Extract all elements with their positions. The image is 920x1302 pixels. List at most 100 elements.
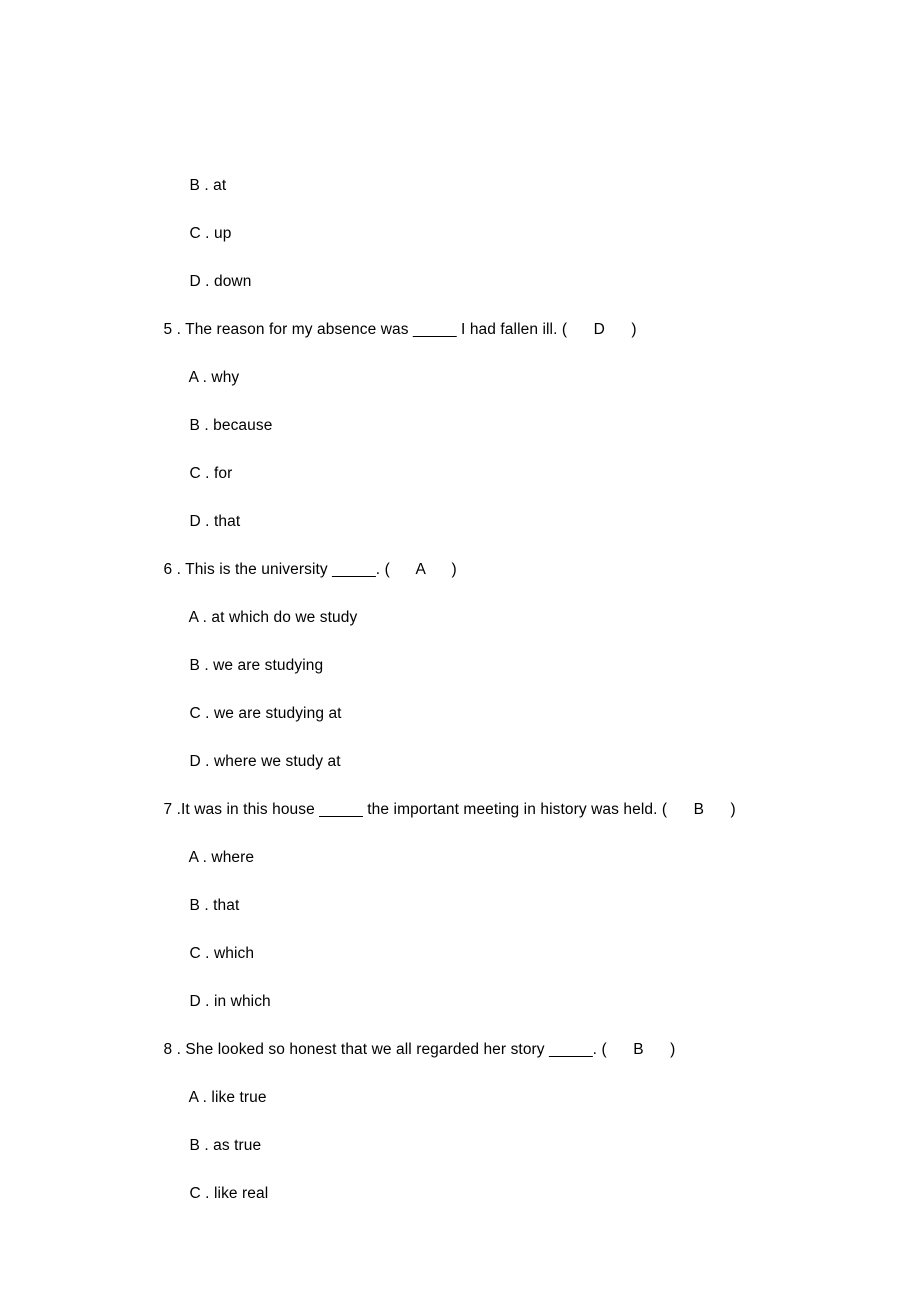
list-item: D . in which xyxy=(163,930,830,1010)
option-text: in which xyxy=(213,993,271,1010)
option-separator: . xyxy=(200,945,214,962)
question-text-before-blank: This is the university xyxy=(185,561,333,578)
option-separator: . xyxy=(200,465,214,482)
page-content: B . at C . up D . down 5 . The reason fo… xyxy=(0,114,920,1202)
answer-paren-close: ) xyxy=(631,321,637,338)
option-separator: . xyxy=(198,369,212,386)
option-separator: . xyxy=(200,1185,214,1202)
option-label: C xyxy=(189,705,201,722)
option-text: at xyxy=(213,177,227,194)
option-label: A xyxy=(188,849,199,866)
option-label: B xyxy=(189,177,200,194)
option-text: where xyxy=(211,849,255,866)
answer-key: D xyxy=(593,321,605,338)
option-label: C xyxy=(189,225,201,242)
option-label: A xyxy=(188,1089,199,1106)
option-text: why xyxy=(211,369,240,386)
option-text: like true xyxy=(211,1089,267,1106)
option-separator: . xyxy=(199,657,214,674)
list-item: B . at xyxy=(163,114,830,194)
question-number-separator: . xyxy=(172,1041,186,1058)
option-label: C xyxy=(189,945,201,962)
question-text-after-blank: . xyxy=(592,1041,602,1058)
list-item: C . up xyxy=(163,162,830,242)
option-label: D xyxy=(189,513,201,530)
option-text: at which do we study xyxy=(211,609,358,626)
option-label: C xyxy=(189,465,201,482)
document-page: B . at C . up D . down 5 . The reason fo… xyxy=(0,0,920,1302)
answer-gap-before xyxy=(567,321,593,338)
answer-gap-before xyxy=(390,561,416,578)
option-label: C xyxy=(189,1185,201,1202)
option-text: for xyxy=(213,465,233,482)
question-number: 8 xyxy=(163,1041,173,1058)
option-separator: . xyxy=(198,1089,212,1106)
answer-gap-after xyxy=(644,1041,670,1058)
option-text: we are studying at xyxy=(213,705,342,722)
question-number: 6 xyxy=(163,561,173,578)
answer-blank: _____ xyxy=(549,1041,593,1058)
option-label: A xyxy=(188,609,199,626)
list-item: B . because xyxy=(163,354,830,434)
option-separator: . xyxy=(200,225,214,242)
option-separator: . xyxy=(200,753,214,770)
list-item: B . that xyxy=(163,834,830,914)
option-text: which xyxy=(213,945,255,962)
option-label: D xyxy=(189,273,201,290)
option-separator: . xyxy=(198,609,212,626)
option-text: that xyxy=(213,897,240,914)
answer-gap-after xyxy=(605,321,631,338)
option-separator: . xyxy=(200,705,214,722)
option-separator: . xyxy=(200,993,214,1010)
option-text: we are studying xyxy=(213,657,324,674)
answer-gap-after xyxy=(704,801,730,818)
list-item: D . that xyxy=(163,450,830,530)
question-text-after-blank: . xyxy=(375,561,385,578)
question-text-before-blank: She looked so honest that we all regarde… xyxy=(185,1041,550,1058)
option-separator: . xyxy=(199,897,214,914)
list-item: C . which xyxy=(163,882,830,962)
question-number: 7 xyxy=(163,801,173,818)
option-label: B xyxy=(189,657,200,674)
answer-gap-after xyxy=(425,561,451,578)
option-label: D xyxy=(189,993,201,1010)
option-separator: . xyxy=(200,513,214,530)
option-label: B xyxy=(189,897,200,914)
option-label: B xyxy=(189,1137,200,1154)
option-text: as true xyxy=(213,1137,262,1154)
option-label: A xyxy=(188,369,199,386)
option-label: B xyxy=(189,417,200,434)
answer-paren-close: ) xyxy=(451,561,457,578)
list-item: D . down xyxy=(163,210,830,290)
answer-blank: _____ xyxy=(413,321,457,338)
option-text: up xyxy=(213,225,232,242)
question-text-before-blank: It was in this house xyxy=(181,801,320,818)
question-text-after-blank: the important meeting in history was hel… xyxy=(362,801,662,818)
option-text: because xyxy=(213,417,273,434)
option-separator: . xyxy=(199,177,214,194)
option-separator: . xyxy=(200,273,214,290)
question-stem: 6 . This is the university _____. ( A ) xyxy=(137,498,830,578)
answer-blank: _____ xyxy=(319,801,363,818)
question-number-separator: . xyxy=(172,561,186,578)
answer-gap-before xyxy=(607,1041,633,1058)
answer-gap-before xyxy=(667,801,693,818)
question-number-separator: . xyxy=(172,801,182,818)
question-text-before-blank: The reason for my absence was xyxy=(185,321,413,338)
question-number: 5 xyxy=(163,321,173,338)
question-number-separator: . xyxy=(172,321,186,338)
list-item: C . like real xyxy=(163,1122,830,1202)
answer-key: A xyxy=(415,561,426,578)
answer-key: B xyxy=(693,801,705,818)
option-text: down xyxy=(213,273,252,290)
question-text-after-blank: I had fallen ill. xyxy=(456,321,562,338)
answer-paren-close: ) xyxy=(670,1041,676,1058)
option-separator: . xyxy=(199,417,214,434)
answer-key: B xyxy=(633,1041,644,1058)
option-text: like real xyxy=(213,1185,269,1202)
option-text: that xyxy=(213,513,241,530)
option-text: where we study at xyxy=(213,753,341,770)
option-label: D xyxy=(189,753,201,770)
option-separator: . xyxy=(199,1137,214,1154)
answer-paren-close: ) xyxy=(730,801,736,818)
